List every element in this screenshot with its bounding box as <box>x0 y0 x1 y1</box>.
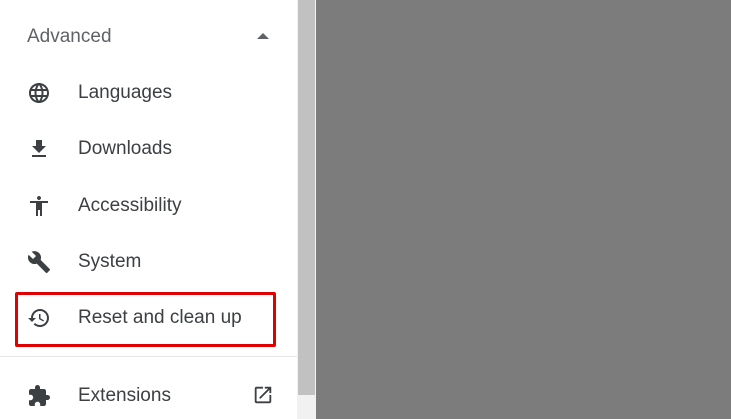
open-in-new-icon <box>252 384 274 406</box>
sidebar-item-system[interactable]: System <box>0 234 297 290</box>
settings-window: Advanced Languages Downloads Accessibili… <box>0 0 731 419</box>
sidebar-item-extensions[interactable]: Extensions <box>0 368 297 419</box>
modal-overlay <box>316 0 731 419</box>
sidebar-item-reset-and-clean-up[interactable]: Reset and clean up <box>0 290 297 346</box>
history-icon <box>27 306 51 330</box>
settings-sidebar: Advanced Languages Downloads Accessibili… <box>0 0 297 419</box>
sidebar-item-languages[interactable]: Languages <box>0 65 297 121</box>
sidebar-item-label: Accessibility <box>78 195 182 216</box>
sidebar-item-downloads[interactable]: Downloads <box>0 121 297 177</box>
puzzle-icon <box>27 384 51 408</box>
sidebar-scrollbar[interactable] <box>297 0 316 419</box>
scrollbar-thumb[interactable] <box>298 0 315 395</box>
sidebar-item-label: Downloads <box>78 138 172 159</box>
sidebar-item-label: System <box>78 251 142 272</box>
globe-icon <box>27 81 51 105</box>
sidebar-item-label: Reset and clean up <box>78 307 242 328</box>
wrench-icon <box>27 250 51 274</box>
sidebar-divider <box>0 356 297 357</box>
download-icon <box>27 137 51 161</box>
advanced-section-toggle[interactable]: Advanced <box>0 0 297 74</box>
advanced-section-title: Advanced <box>27 26 112 47</box>
sidebar-item-accessibility[interactable]: Accessibility <box>0 178 297 234</box>
sidebar-item-label: Languages <box>78 82 173 103</box>
sidebar-item-label: Extensions <box>78 385 171 406</box>
arrow-up-icon <box>257 33 269 39</box>
accessibility-icon <box>27 194 51 218</box>
